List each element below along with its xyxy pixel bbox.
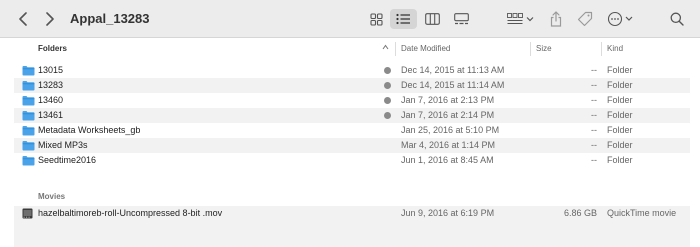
file-name: 13461	[38, 110, 64, 120]
date-modified: Jun 9, 2016 at 6:19 PM	[401, 208, 495, 218]
movie-file-icon	[22, 208, 33, 219]
file-kind: Folder	[607, 95, 633, 105]
column-header: Folders Date Modified Size Kind	[0, 38, 700, 60]
file-kind: Folder	[607, 80, 633, 90]
column-divider	[601, 42, 602, 56]
column-header-name[interactable]: Folders	[38, 44, 67, 53]
action-button[interactable]	[606, 9, 636, 29]
file-size: --	[591, 140, 597, 150]
file-size: --	[591, 65, 597, 75]
file-size: --	[591, 110, 597, 120]
folder-icon	[22, 66, 35, 76]
movie-row[interactable]: hazelbaltimoreb-roll-Uncompressed 8-bit …	[14, 206, 690, 221]
folder-icon	[22, 81, 35, 91]
folder-row[interactable]: Metadata Worksheets_gb Jan 25, 2016 at 5…	[14, 123, 690, 138]
group-icon	[507, 13, 534, 24]
toolbar: Appal_13283	[0, 0, 700, 38]
column-view-icon	[424, 13, 440, 25]
file-size: 6.86 GB	[563, 208, 597, 218]
file-kind: Folder	[607, 65, 633, 75]
forward-button[interactable]	[41, 10, 59, 28]
file-kind: Folder	[607, 140, 633, 150]
date-modified: Jun 1, 2016 at 8:45 AM	[401, 155, 494, 165]
file-kind: Folder	[607, 125, 633, 135]
date-modified: Jan 25, 2016 at 5:10 PM	[401, 125, 500, 135]
folder-row[interactable]: 13460 Jan 7, 2016 at 2:13 PM -- Folder	[14, 93, 690, 108]
search-button[interactable]	[667, 9, 687, 29]
file-name: hazelbaltimoreb-roll-Uncompressed 8-bit …	[38, 208, 223, 218]
chevron-left-icon	[19, 12, 27, 26]
tag-icon	[577, 11, 593, 27]
column-header-size[interactable]: Size	[536, 44, 552, 53]
file-name: 13283	[38, 80, 64, 90]
folder-icon	[22, 126, 35, 136]
share-button[interactable]	[547, 8, 565, 30]
folder-icon	[22, 156, 35, 166]
empty-row	[14, 221, 690, 247]
chevron-down-icon	[526, 17, 534, 22]
grid-view-icon	[369, 12, 383, 26]
window-title: Appal_13283	[70, 11, 150, 26]
date-modified: Mar 4, 2016 at 1:14 PM	[401, 140, 496, 150]
file-name: Seedtime2016	[38, 155, 97, 165]
folder-row[interactable]: 13461 Jan 7, 2016 at 2:14 PM -- Folder	[14, 108, 690, 123]
sort-ascending-icon[interactable]	[382, 44, 389, 50]
share-icon	[550, 11, 562, 27]
column-divider	[395, 42, 396, 56]
tag-dot	[384, 97, 391, 104]
file-kind: QuickTime movie	[607, 208, 677, 218]
file-size: --	[591, 125, 597, 135]
folder-row[interactable]: Seedtime2016 Jun 1, 2016 at 8:45 AM -- F…	[14, 153, 690, 168]
column-view-button[interactable]	[420, 9, 444, 29]
search-icon	[670, 12, 684, 26]
more-icon	[607, 11, 633, 27]
gallery-view-button[interactable]	[449, 9, 473, 29]
file-name: Mixed MP3s	[38, 140, 88, 150]
column-header-date[interactable]: Date Modified	[401, 44, 450, 53]
tag-button[interactable]	[575, 9, 595, 29]
file-size: --	[591, 155, 597, 165]
list-view-icon	[396, 13, 410, 25]
section-header-movies: Movies	[38, 192, 66, 201]
list-view-button[interactable]	[390, 9, 417, 29]
folder-row[interactable]: 13015 Dec 14, 2015 at 11:13 AM -- Folder	[14, 63, 690, 78]
file-name: Metadata Worksheets_gb	[38, 125, 141, 135]
file-size: --	[591, 80, 597, 90]
date-modified: Jan 7, 2016 at 2:14 PM	[401, 110, 495, 120]
folder-icon	[22, 141, 35, 151]
file-name: 13460	[38, 95, 64, 105]
back-button[interactable]	[14, 10, 32, 28]
folder-row[interactable]: Mixed MP3s Mar 4, 2016 at 1:14 PM -- Fol…	[14, 138, 690, 153]
tag-dot	[384, 82, 391, 89]
group-button[interactable]	[505, 9, 539, 29]
file-kind: Folder	[607, 110, 633, 120]
folder-icon	[22, 111, 35, 121]
column-header-kind[interactable]: Kind	[607, 44, 623, 53]
tag-dot	[384, 67, 391, 74]
file-kind: Folder	[607, 155, 633, 165]
icon-view-button[interactable]	[364, 9, 388, 29]
folder-row[interactable]: 13283 Dec 14, 2015 at 11:14 AM -- Folder	[14, 78, 690, 93]
date-modified: Dec 14, 2015 at 11:14 AM	[401, 80, 505, 90]
tag-dot	[384, 112, 391, 119]
date-modified: Jan 7, 2016 at 2:13 PM	[401, 95, 495, 105]
file-name: 13015	[38, 65, 64, 75]
file-size: --	[591, 95, 597, 105]
gallery-view-icon	[453, 13, 469, 25]
folder-icon	[22, 96, 35, 106]
chevron-right-icon	[46, 12, 54, 26]
column-divider	[530, 42, 531, 56]
date-modified: Dec 14, 2015 at 11:13 AM	[401, 65, 505, 75]
